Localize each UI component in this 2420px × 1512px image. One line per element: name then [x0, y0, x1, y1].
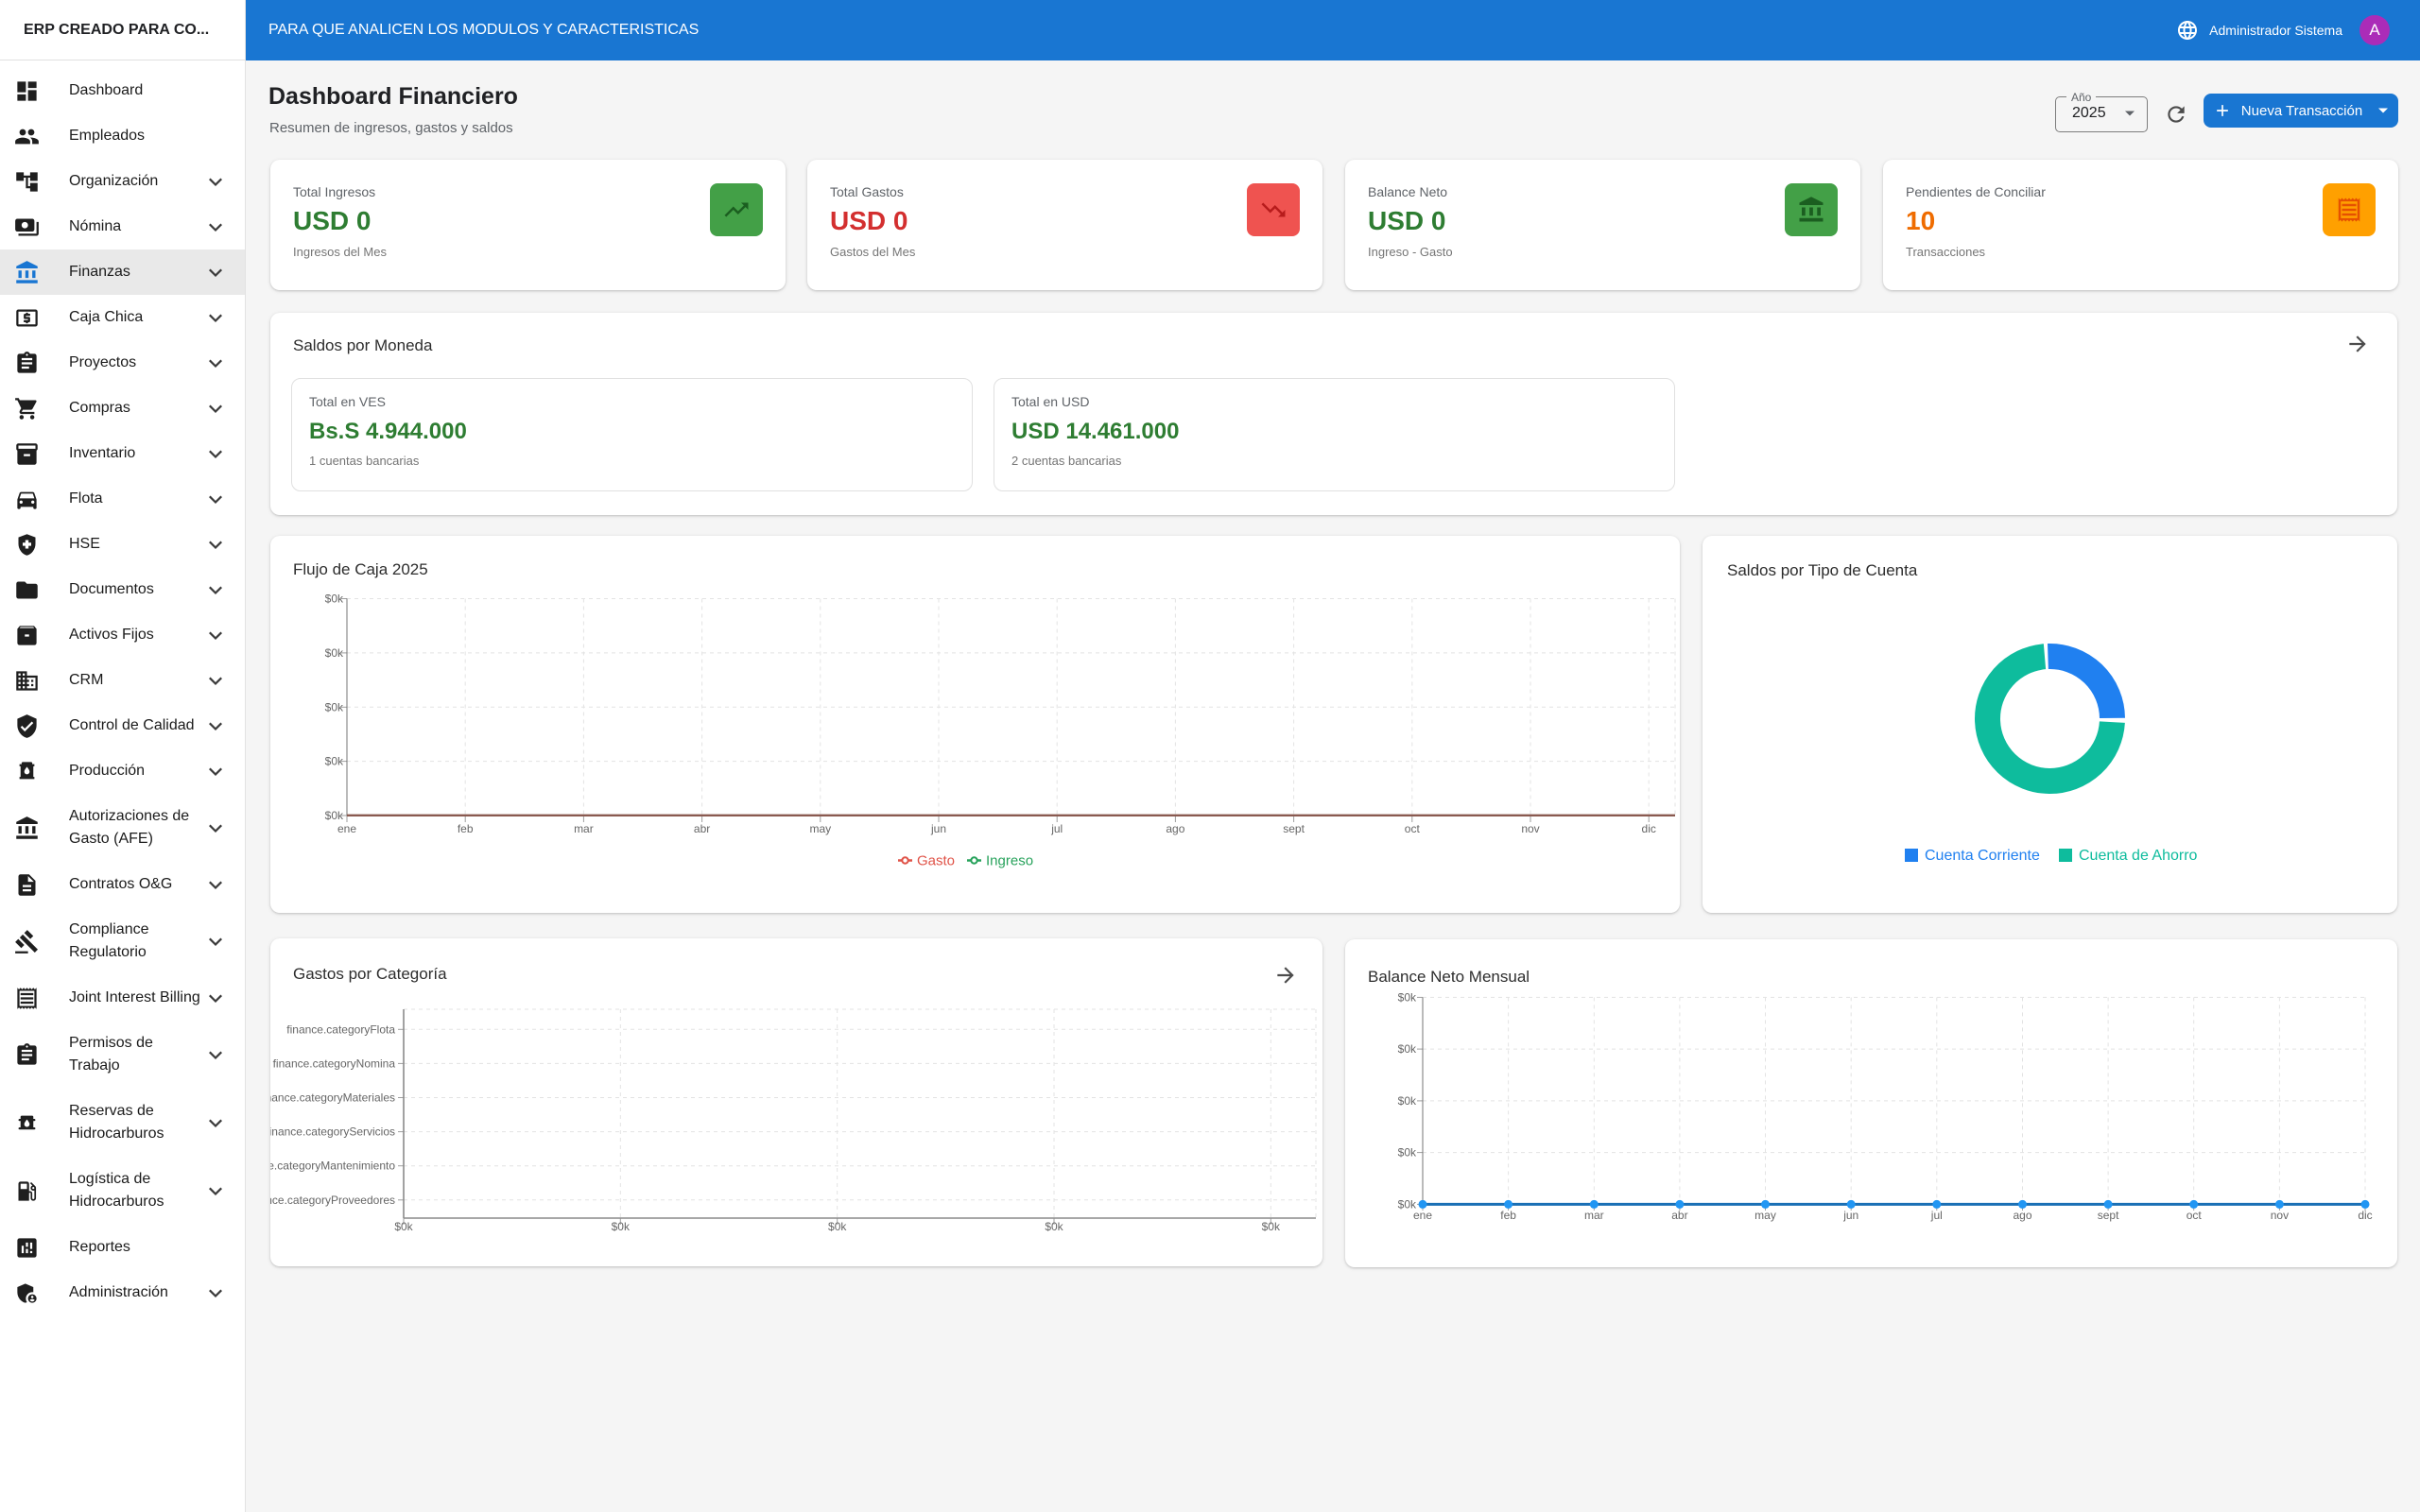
svg-text:$0k: $0k: [828, 1220, 847, 1233]
svg-text:sept: sept: [1283, 822, 1305, 835]
svg-text:nov: nov: [2271, 1209, 2289, 1222]
svg-text:$0k: $0k: [612, 1220, 631, 1233]
svg-text:may: may: [809, 822, 831, 835]
svg-text:$0k: $0k: [1398, 990, 1417, 1004]
svg-text:Cuenta de Ahorro: Cuenta de Ahorro: [2079, 848, 2198, 864]
svg-text:mar: mar: [574, 822, 594, 835]
svg-text:$0k: $0k: [1398, 1146, 1417, 1160]
svg-text:finance.categoryProveedores: finance.categoryProveedores: [270, 1194, 395, 1207]
svg-text:abr: abr: [1671, 1209, 1687, 1222]
svg-text:ago: ago: [1166, 822, 1184, 835]
svg-text:$0k: $0k: [325, 809, 344, 822]
svg-text:dic: dic: [2358, 1209, 2372, 1222]
svg-text:jul: jul: [1050, 822, 1063, 835]
svg-text:finance.categoryMantenimiento: finance.categoryMantenimiento: [270, 1160, 395, 1173]
svg-text:nov: nov: [1521, 822, 1539, 835]
svg-text:ene: ene: [337, 822, 356, 835]
svg-text:Gasto: Gasto: [917, 853, 955, 869]
svg-text:Cuenta Corriente: Cuenta Corriente: [1925, 848, 2040, 864]
svg-text:ago: ago: [2013, 1209, 2031, 1222]
svg-text:finance.categoryMateriales: finance.categoryMateriales: [270, 1091, 395, 1105]
svg-text:mar: mar: [1584, 1209, 1604, 1222]
svg-text:$0k: $0k: [325, 593, 344, 606]
svg-text:jun: jun: [930, 822, 946, 835]
svg-text:$0k: $0k: [1398, 1094, 1417, 1108]
svg-text:feb: feb: [1500, 1209, 1516, 1222]
svg-text:$0k: $0k: [325, 755, 344, 768]
svg-text:$0k: $0k: [325, 700, 344, 713]
svg-text:Ingreso: Ingreso: [986, 853, 1033, 869]
svg-text:$0k: $0k: [1045, 1220, 1063, 1233]
svg-text:abr: abr: [694, 822, 710, 835]
svg-text:finance.categoryNomina: finance.categoryNomina: [273, 1057, 396, 1070]
svg-text:feb: feb: [458, 822, 474, 835]
svg-text:$0k: $0k: [394, 1220, 413, 1233]
svg-text:$0k: $0k: [1262, 1220, 1281, 1233]
svg-text:jul: jul: [1930, 1209, 1943, 1222]
svg-text:may: may: [1754, 1209, 1776, 1222]
svg-text:oct: oct: [1405, 822, 1421, 835]
svg-text:ene: ene: [1413, 1209, 1432, 1222]
svg-text:sept: sept: [2098, 1209, 2119, 1222]
svg-text:oct: oct: [2187, 1209, 2203, 1222]
svg-text:finance.categoryFlota: finance.categoryFlota: [286, 1022, 395, 1036]
svg-text:$0k: $0k: [325, 646, 344, 660]
svg-text:finance.categoryServicios: finance.categoryServicios: [270, 1125, 395, 1139]
svg-text:jun: jun: [1842, 1209, 1858, 1222]
svg-text:dic: dic: [1642, 822, 1656, 835]
svg-text:$0k: $0k: [1398, 1042, 1417, 1056]
